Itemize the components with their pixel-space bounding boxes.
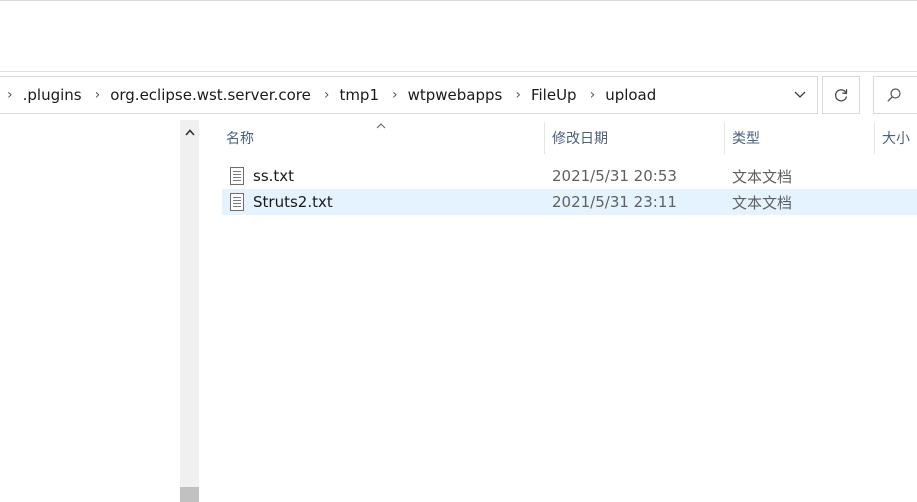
breadcrumb-item-wtpwebapps[interactable]: wtpwebapps <box>408 87 503 103</box>
navigation-pane[interactable] <box>0 120 180 502</box>
nav-pane-scrollbar[interactable] <box>180 120 199 502</box>
scroll-up-button[interactable] <box>180 120 199 144</box>
search-icon <box>887 88 901 102</box>
ribbon-top-border <box>0 0 917 1</box>
text-file-icon <box>230 167 244 185</box>
file-row[interactable]: ss.txt 2021/5/31 20:53 文本文档 <box>222 163 917 189</box>
search-input[interactable] <box>873 76 917 114</box>
file-date-modified: 2021/5/31 23:11 <box>552 193 677 211</box>
file-date-modified: 2021/5/31 20:53 <box>552 167 677 185</box>
column-headers: 名称 修改日期 类型 大小 <box>200 120 917 156</box>
text-file-icon <box>230 193 244 211</box>
file-name[interactable]: ss.txt <box>253 167 294 185</box>
breadcrumb-item-server-core[interactable]: org.eclipse.wst.server.core <box>110 87 311 103</box>
chevron-up-icon <box>184 128 195 136</box>
breadcrumb-chevron-icon[interactable]: › <box>379 88 408 102</box>
breadcrumb-chevron-icon[interactable]: › <box>82 88 111 102</box>
file-type: 文本文档 <box>732 167 793 186</box>
breadcrumb-item-tmp1[interactable]: tmp1 <box>339 87 379 103</box>
file-name-cell: ss.txt <box>230 163 294 189</box>
address-history-dropdown[interactable] <box>783 77 817 113</box>
column-header-size[interactable]: 大小 <box>875 120 917 156</box>
breadcrumb-item-upload[interactable]: upload <box>605 87 656 103</box>
column-header-date-modified[interactable]: 修改日期 <box>545 120 725 156</box>
chevron-down-icon <box>794 91 806 98</box>
file-row-selected[interactable]: Struts2.txt 2021/5/31 23:11 文本文档 <box>222 189 917 215</box>
breadcrumb: › .plugins › org.eclipse.wst.server.core… <box>0 77 656 113</box>
file-name-cell: Struts2.txt <box>230 189 333 215</box>
ribbon-bottom-border <box>0 71 917 72</box>
breadcrumb-item-plugins[interactable]: .plugins <box>23 87 82 103</box>
breadcrumb-item-fileup[interactable]: FileUp <box>531 87 577 103</box>
breadcrumb-chevron-icon[interactable]: › <box>577 88 606 102</box>
ribbon-area <box>0 0 917 72</box>
refresh-icon <box>835 89 848 102</box>
breadcrumb-chevron-icon[interactable]: › <box>1 88 23 102</box>
file-type: 文本文档 <box>732 193 793 212</box>
scrollbar-thumb[interactable] <box>180 487 199 502</box>
file-name[interactable]: Struts2.txt <box>253 193 333 211</box>
refresh-button[interactable] <box>822 76 860 114</box>
column-header-name[interactable]: 名称 <box>219 120 545 156</box>
breadcrumb-chevron-icon[interactable]: › <box>502 88 531 102</box>
column-header-type[interactable]: 类型 <box>725 120 875 156</box>
address-bar[interactable]: › .plugins › org.eclipse.wst.server.core… <box>0 76 818 114</box>
breadcrumb-chevron-icon[interactable]: › <box>311 88 340 102</box>
